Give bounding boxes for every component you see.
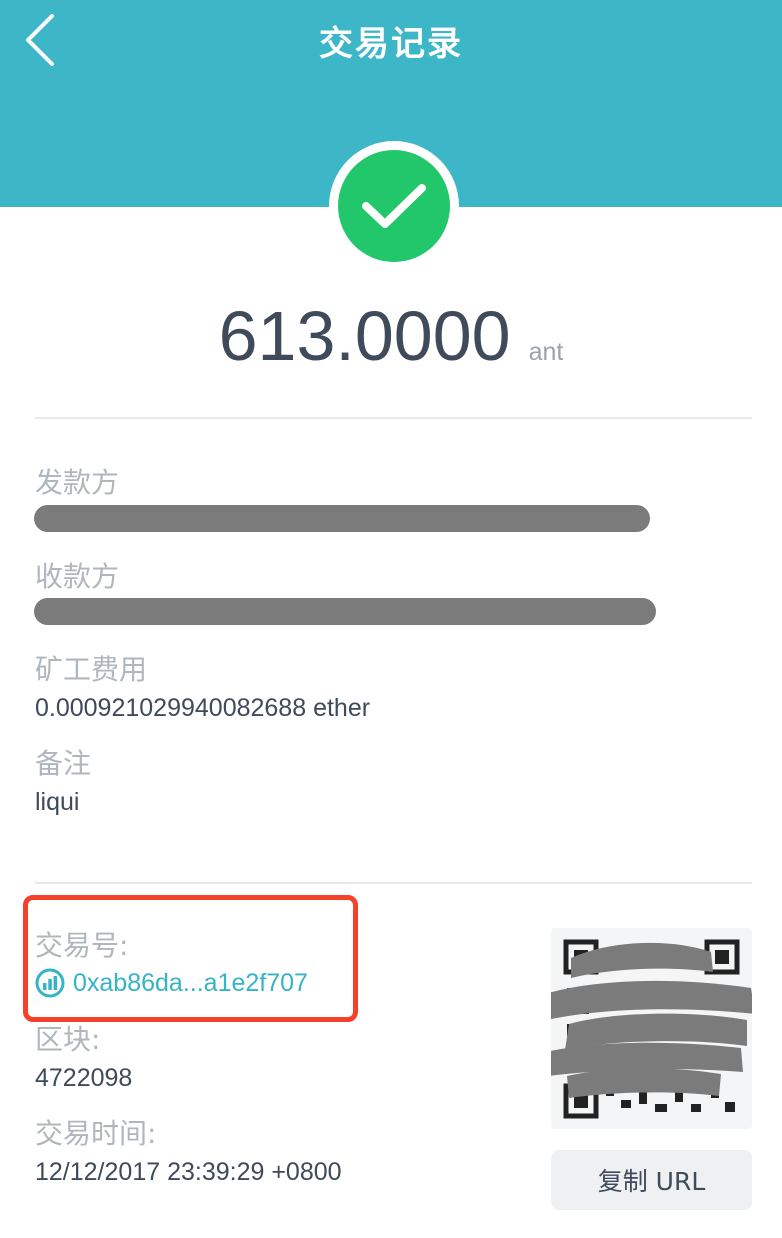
amount-unit: ant bbox=[528, 338, 564, 366]
divider bbox=[35, 882, 752, 884]
block-label: 区块: bbox=[35, 1023, 101, 1056]
copy-url-button[interactable]: 复制 URL bbox=[551, 1150, 752, 1210]
amount-value: 613.0000 bbox=[218, 297, 511, 375]
memo-label: 备注 bbox=[35, 747, 92, 780]
block-value: 4722098 bbox=[35, 1064, 133, 1092]
redaction-mark bbox=[34, 598, 656, 625]
tx-time-label: 交易时间: bbox=[35, 1117, 157, 1150]
check-circle-icon bbox=[338, 150, 450, 262]
fee-label: 矿工费用 bbox=[35, 653, 148, 686]
tx-hash-value: 0xab86da...a1e2f707 bbox=[73, 968, 308, 997]
amount-display: 613.0000 ant bbox=[0, 296, 782, 376]
receiver-label: 收款方 bbox=[35, 560, 120, 593]
redaction-mark bbox=[34, 505, 650, 532]
explorer-icon bbox=[35, 968, 65, 998]
sender-label: 发款方 bbox=[35, 466, 120, 499]
page-title: 交易记录 bbox=[319, 24, 463, 64]
status-badge bbox=[329, 141, 459, 271]
tx-hash-link[interactable]: 0xab86da...a1e2f707 bbox=[35, 968, 308, 998]
fee-value: 0.000921029940082688 ether bbox=[35, 694, 371, 722]
qr-code bbox=[531, 928, 755, 1129]
memo-value: liqui bbox=[35, 788, 80, 816]
tx-time-value: 12/12/2017 23:39:29 +0800 bbox=[35, 1158, 342, 1186]
divider bbox=[35, 417, 752, 419]
tx-hash-label: 交易号: bbox=[35, 929, 129, 962]
